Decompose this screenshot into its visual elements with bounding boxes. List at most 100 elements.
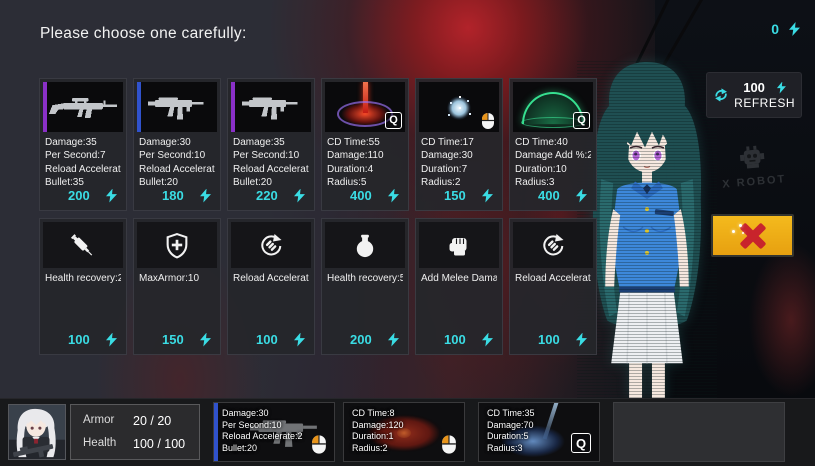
syringe-icon	[70, 232, 96, 259]
stat-line: Duration:10	[515, 163, 591, 176]
item-stats: Add Melee Damage:10	[416, 268, 502, 285]
equipped-weapon-slot: Damage:30 Per Second:10 Reload Accelerat…	[213, 402, 335, 462]
stat-line: Add Melee Damage:10	[421, 272, 497, 285]
price-lightning-icon	[200, 333, 211, 347]
item-price: 150	[162, 332, 184, 347]
item-stats: Damage:35 Per Second:10 Reload Accelerat…	[228, 132, 314, 190]
price-lightning-icon	[482, 189, 493, 203]
character-hologram	[577, 60, 717, 398]
item-image	[231, 82, 311, 132]
reload-arrow-icon	[258, 232, 284, 259]
price-lightning-icon	[388, 333, 399, 347]
fist-icon	[446, 232, 472, 259]
equipped-skill-slot-1: CD Time:8 Damage:120 Duration:1 Radius:2	[343, 402, 465, 462]
item-price: 100	[444, 332, 466, 347]
hotkey-q-badge: Q	[573, 112, 590, 129]
smg-icon	[141, 93, 213, 121]
item-image	[137, 82, 217, 132]
stat-line: Damage:110	[327, 149, 403, 162]
stat-line: Per Second:10	[139, 149, 215, 162]
armor-row: Armor 20 / 20	[83, 414, 199, 428]
stat-line: CD Time:40	[515, 136, 591, 149]
item-stats: Health recovery:50	[322, 268, 408, 285]
sparkle	[732, 230, 735, 233]
item-stats: CD Time:17 Damage:30 Duration:7 Radius:2	[416, 132, 502, 190]
shop-item-smg[interactable]: Damage:35 Per Second:10 Reload Accelerat…	[227, 78, 315, 211]
mouse-button-icon	[481, 112, 495, 130]
page-title: Please choose one carefully:	[40, 25, 247, 43]
price-lightning-icon	[294, 189, 305, 203]
health-row: Health 100 / 100	[83, 437, 199, 451]
stat-line: Damage Add %:20	[515, 149, 591, 162]
stat-line: CD Time:35	[487, 408, 595, 420]
shop-item-reload-accelerate[interactable]: Reload Accelerate:10 100	[509, 218, 597, 355]
item-icon-area	[43, 222, 123, 268]
item-image	[43, 82, 123, 132]
shop-item-assault-rifle[interactable]: Damage:35 Per Second:7 Reload Accelerate…	[39, 78, 127, 211]
item-icon-area	[419, 222, 499, 268]
shop-item-frost-burst-skill[interactable]: CD Time:17 Damage:30 Duration:7 Radius:2…	[415, 78, 503, 211]
price-row: 100	[510, 332, 596, 347]
refresh-cost: 100	[743, 80, 765, 95]
price-row: 400	[510, 188, 596, 203]
refresh-label: REFRESH	[734, 96, 795, 110]
health-label: Health	[83, 437, 133, 451]
item-price: 100	[68, 332, 90, 347]
shop-item-melee-damage[interactable]: Add Melee Damage:10 100	[415, 218, 503, 355]
refresh-button[interactable]: 100 REFRESH	[706, 72, 802, 118]
item-stats: CD Time:55 Damage:110 Duration:4 Radius:…	[322, 132, 408, 190]
sparkle	[739, 224, 742, 227]
shop-item-reload-accelerate[interactable]: Reload Accelerate:10 100	[227, 218, 315, 355]
price-lightning-icon	[106, 333, 117, 347]
player-portrait	[8, 404, 66, 460]
shop-item-health-injector[interactable]: Health recovery:20 100	[39, 218, 127, 355]
stat-line: Per Second:10	[233, 149, 309, 162]
stat-line: Health recovery:20	[45, 272, 121, 285]
stat-line: Damage:70	[487, 420, 595, 432]
rarity-stripe	[137, 82, 141, 132]
robot-head-icon	[736, 145, 768, 172]
stat-line: Per Second:7	[45, 149, 121, 162]
potion-flask-icon	[352, 232, 378, 259]
shop-item-smg[interactable]: Damage:30 Per Second:10 Reload Accelerat…	[133, 78, 221, 211]
price-row: 150	[134, 332, 220, 347]
empty-equip-slot	[613, 402, 785, 462]
armor-label: Armor	[83, 414, 133, 428]
lightning-currency-icon	[789, 22, 800, 36]
item-stats: Reload Accelerate:10	[510, 268, 596, 285]
stat-line: Health recovery:50	[327, 272, 403, 285]
shop-row-2: Health recovery:20 100 MaxArmor:10 150 R…	[39, 218, 597, 355]
refresh-text: 100 REFRESH	[734, 80, 795, 110]
item-price: 200	[68, 188, 90, 203]
stat-line: CD Time:55	[327, 136, 403, 149]
item-stats: MaxArmor:10	[134, 268, 220, 285]
shop-item-laser-strike-skill[interactable]: Q CD Time:55 Damage:110 Duration:4 Radiu…	[321, 78, 409, 211]
shop-item-buff-dome-skill[interactable]: Q CD Time:40 Damage Add %:20 Duration:10…	[509, 78, 597, 211]
stat-line: Reload Accelerate:10	[515, 272, 591, 285]
hotkey-q-badge: Q	[571, 433, 591, 453]
sparkle	[742, 232, 744, 234]
shop-row-1: Damage:35 Per Second:7 Reload Accelerate…	[39, 78, 597, 211]
price-lightning-icon	[576, 333, 587, 347]
stat-line: Duration:7	[421, 163, 497, 176]
reload-arrow-icon	[540, 232, 566, 259]
stat-line: Duration:4	[327, 163, 403, 176]
stat-line: MaxArmor:10	[139, 272, 215, 285]
shop-item-health-potion[interactable]: Health recovery:50 200	[321, 218, 409, 355]
rarity-stripe	[231, 82, 235, 132]
player-stats-panel: Armor 20 / 20 Health 100 / 100	[70, 404, 200, 460]
item-image	[419, 82, 499, 132]
wallet: 0	[771, 21, 800, 37]
price-lightning-icon	[388, 189, 399, 203]
close-button[interactable]	[711, 214, 794, 257]
price-row: 220	[228, 188, 314, 203]
stat-line: Damage:120	[352, 420, 460, 432]
smg-icon	[235, 93, 307, 121]
item-stats: Damage:35 Per Second:7 Reload Accelerate…	[40, 132, 126, 190]
shop-item-max-armor[interactable]: MaxArmor:10 150	[133, 218, 221, 355]
stat-line: Reload Accelerate:2	[233, 163, 309, 176]
price-row: 100	[228, 332, 314, 347]
bottom-bar: Armor 20 / 20 Health 100 / 100 Damage:30…	[0, 398, 815, 466]
price-row: 400	[322, 188, 408, 203]
lightning-cost-icon	[777, 82, 786, 94]
